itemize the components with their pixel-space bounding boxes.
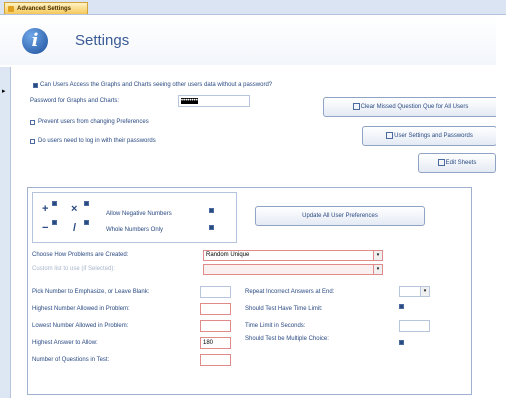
dropdown-arrow-icon[interactable]: ▾ — [373, 251, 382, 260]
divide-operator: / — [73, 222, 77, 234]
update-preferences-label: Update All User Preferences — [302, 213, 378, 219]
info-icon: i — [22, 28, 48, 54]
prevent-changes-checkbox[interactable] — [30, 120, 35, 125]
divide-checkbox[interactable] — [84, 220, 89, 225]
edit-sheets-label: Edit Sheets — [445, 160, 477, 166]
multiple-choice-label: Should Test be Multiple Choice: — [245, 336, 329, 342]
allow-negative-label: Allow Negative Numbers — [106, 211, 172, 217]
highest-number-field[interactable] — [200, 303, 231, 315]
highest-answer-label: Highest Answer to Allow: — [32, 340, 98, 346]
time-limit-seconds-label: Time Limit in Seconds: — [245, 323, 306, 329]
update-preferences-button[interactable]: Update All User Preferences — [255, 206, 425, 226]
pick-number-label: Pick Number to Emphasize, or Leave Blank… — [32, 289, 150, 295]
record-selector-arrow-icon: ▸ — [2, 88, 6, 95]
settings-form: i Settings ▸ Can Users Access the Graphs… — [0, 15, 506, 398]
time-limit-checkbox[interactable] — [399, 304, 404, 309]
highest-answer-field[interactable]: 180 — [200, 337, 231, 349]
minus-checkbox[interactable] — [52, 220, 57, 225]
times-checkbox[interactable] — [84, 201, 89, 206]
access-graphs-label: Can Users Access the Graphs and Charts s… — [40, 82, 273, 88]
login-required-label: Do users need to log in with their passw… — [38, 138, 156, 144]
time-limit-toggle-label: Should Test Have Time Limit: — [245, 306, 323, 312]
access-graphs-checkbox[interactable] — [33, 83, 38, 88]
user-settings-label: User Settings and Passwords — [394, 133, 473, 139]
form-icon — [8, 6, 14, 12]
button-icon — [437, 158, 445, 166]
form-header: i Settings — [0, 15, 506, 65]
password-value: •••••••• — [181, 98, 198, 104]
num-questions-label: Number of Questions in Test: — [32, 357, 110, 363]
time-limit-seconds-field[interactable] — [399, 320, 430, 332]
highest-answer-value: 180 — [203, 340, 214, 346]
pick-number-field[interactable] — [200, 286, 231, 298]
lowest-number-label: Lowest Number Allowed in Problem: — [32, 323, 129, 329]
num-questions-field[interactable] — [200, 354, 231, 366]
times-operator: × — [71, 203, 78, 215]
multiple-choice-checkbox[interactable] — [399, 340, 404, 345]
whole-numbers-label: Whole Numbers Only — [106, 227, 164, 233]
custom-list-select[interactable]: ▾ — [203, 264, 383, 275]
allow-negative-checkbox[interactable] — [209, 208, 214, 213]
tab-strip: Advanced Settings — [0, 0, 506, 15]
login-required-checkbox[interactable] — [30, 139, 35, 144]
minus-operator: − — [42, 222, 49, 234]
choose-problems-value: Random Unique — [206, 252, 250, 258]
clear-missed-questions-label: Clear Missed Question Que for All Users — [360, 104, 469, 110]
page-title: Settings — [75, 32, 130, 49]
whole-numbers-checkbox[interactable] — [209, 225, 214, 230]
repeat-incorrect-label: Repeat Incorrect Answers at End: — [245, 289, 335, 295]
password-field[interactable]: •••••••• — [178, 95, 250, 107]
clear-missed-questions-button[interactable]: Clear Missed Question Que for All Users — [323, 97, 498, 117]
edit-sheets-button[interactable]: Edit Sheets — [418, 153, 496, 173]
choose-problems-label: Choose How Problems are Created: — [32, 252, 129, 258]
custom-list-label: Custom list to use (if Selected): — [32, 266, 116, 272]
dropdown-arrow-icon[interactable]: ▾ — [373, 265, 382, 274]
choose-problems-select[interactable]: Random Unique ▾ — [203, 250, 383, 261]
lowest-number-field[interactable] — [200, 320, 231, 332]
preferences-panel: + × − / Allow Negative Numbers Whole Num… — [27, 187, 472, 395]
record-selector-bar[interactable]: ▸ — [0, 67, 11, 398]
plus-operator: + — [42, 203, 49, 215]
repeat-incorrect-select[interactable]: ▾ — [399, 286, 430, 297]
button-icon — [386, 131, 394, 139]
tab-advanced-settings[interactable]: Advanced Settings — [4, 2, 88, 14]
tab-label: Advanced Settings — [17, 6, 72, 12]
plus-checkbox[interactable] — [52, 201, 57, 206]
prevent-changes-label: Prevent users from changing Preferences — [38, 119, 149, 125]
dropdown-arrow-icon[interactable]: ▾ — [420, 287, 429, 296]
vertical-scrollbar[interactable] — [496, 15, 506, 398]
password-label: Password for Graphs and Charts: — [30, 98, 120, 104]
highest-number-label: Highest Number Allowed in Problem: — [32, 306, 130, 312]
button-icon — [352, 102, 360, 110]
user-settings-button[interactable]: User Settings and Passwords — [362, 126, 497, 146]
operations-box: + × − / Allow Negative Numbers Whole Num… — [32, 192, 237, 243]
